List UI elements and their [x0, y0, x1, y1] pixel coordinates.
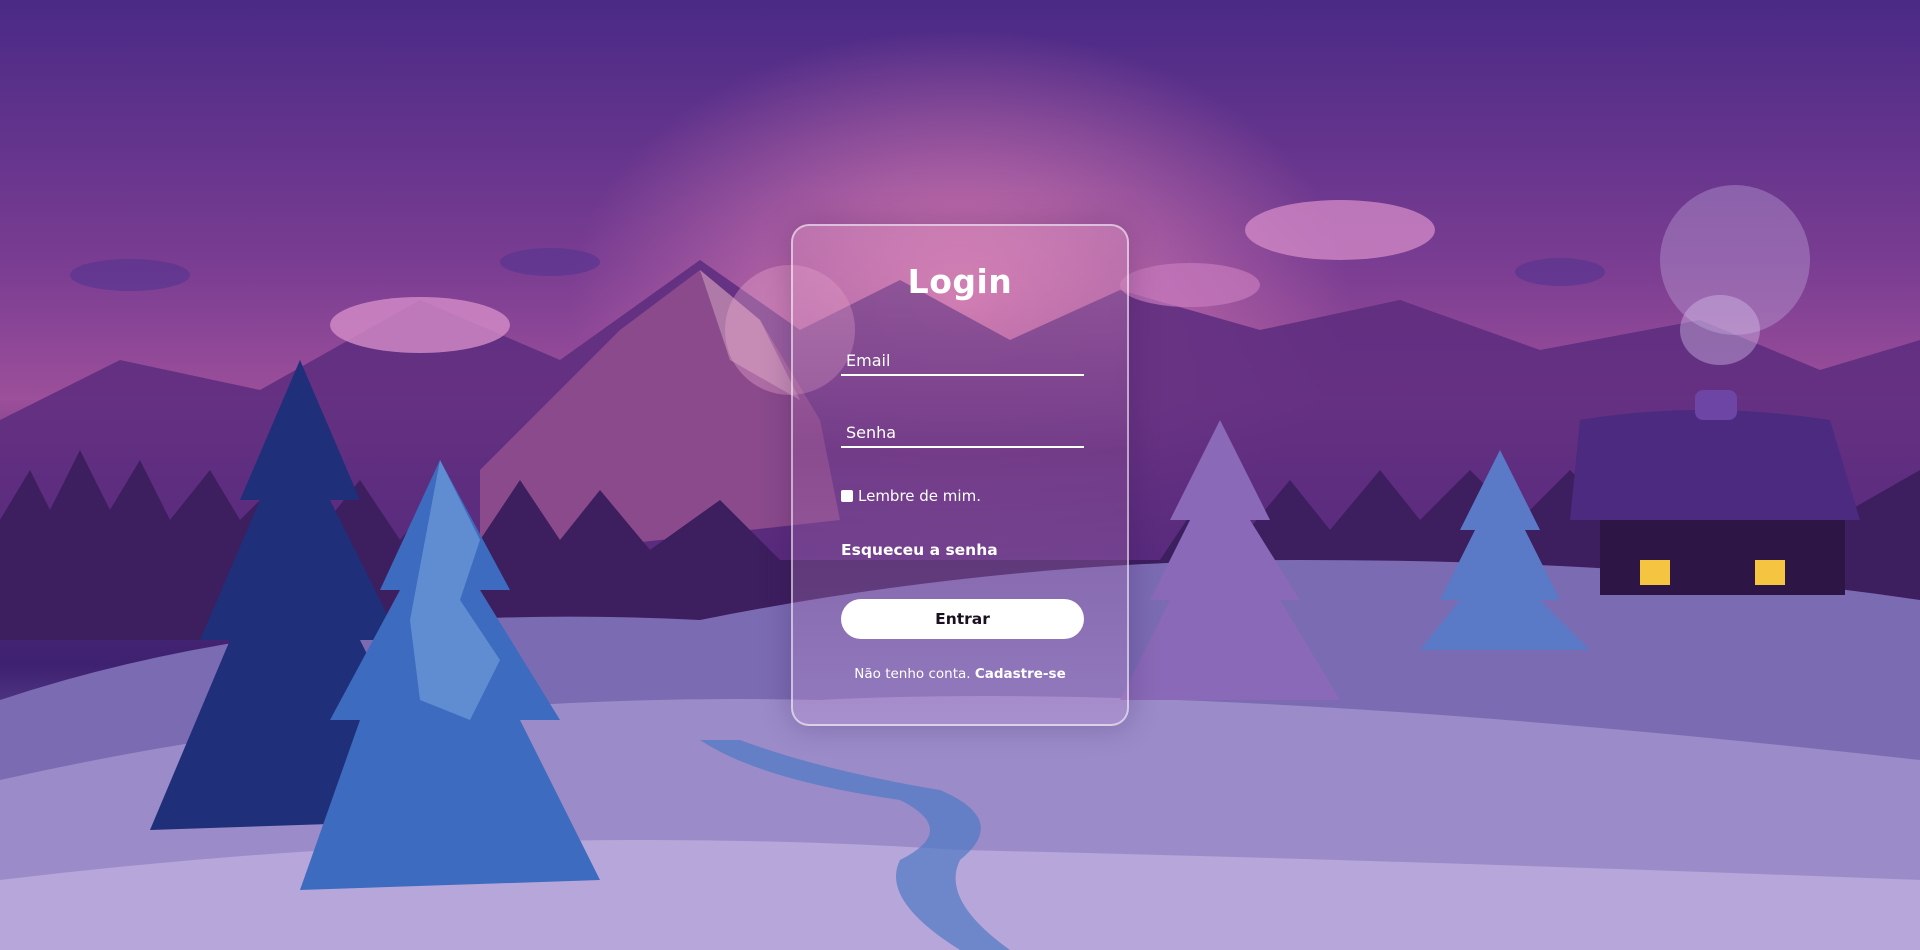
password-input[interactable]	[841, 406, 1084, 446]
remember-me-label: Lembre de mim.	[858, 487, 981, 505]
signup-link[interactable]: Cadastre-se	[975, 666, 1066, 682]
login-button[interactable]: Entrar	[841, 599, 1084, 639]
no-account-text: Não tenho conta.	[854, 666, 971, 682]
email-input[interactable]	[841, 334, 1084, 374]
checkbox-icon[interactable]	[841, 490, 853, 502]
remember-me-row[interactable]: Lembre de mim.	[841, 487, 981, 505]
forgot-password-link[interactable]: Esqueceu a senha	[841, 541, 998, 559]
login-title: Login	[907, 262, 1013, 301]
password-field-wrapper	[841, 406, 1084, 448]
email-field-wrapper	[841, 334, 1084, 376]
login-card: Login Lembre de mim. Esqueceu a senha En…	[791, 224, 1129, 726]
signup-row: Não tenho conta. Cadastre-se	[793, 666, 1127, 682]
